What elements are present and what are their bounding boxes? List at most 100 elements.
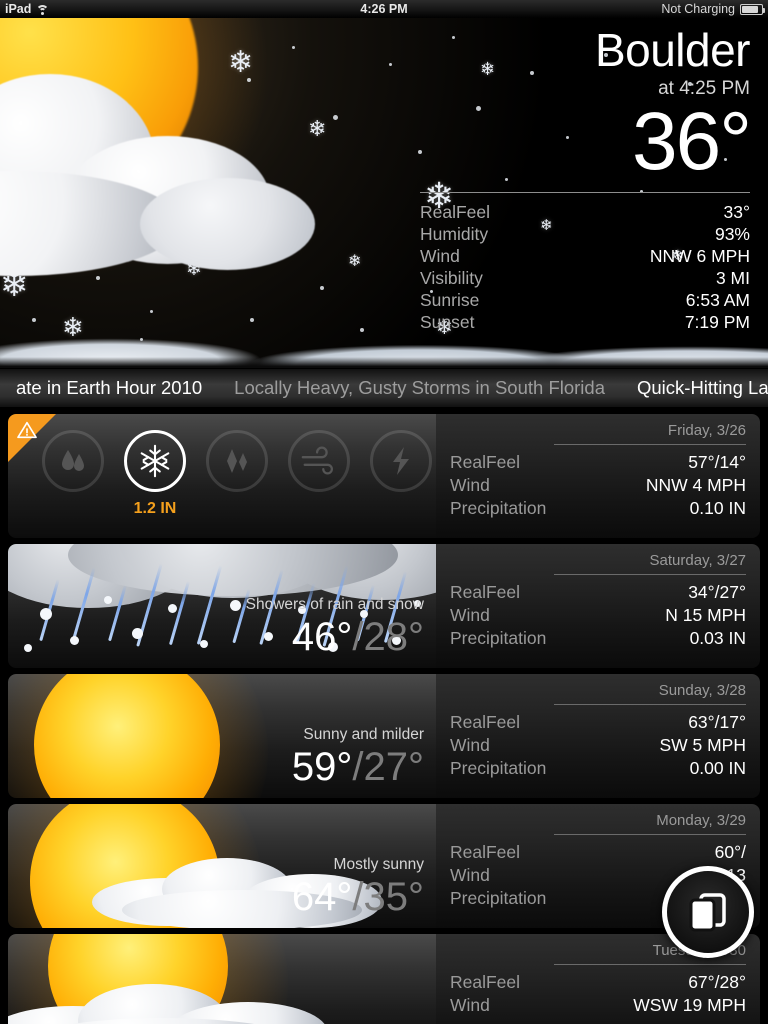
- detail-label: RealFeel: [450, 452, 521, 472]
- detail-label: Visibility: [420, 268, 483, 288]
- precip-icon-ice-col[interactable]: [206, 430, 268, 492]
- detail-label: RealFeel: [450, 972, 521, 992]
- detail-row: Sunrise 6:53 AM: [420, 289, 750, 311]
- hi-lo-temps: 64°/35°: [291, 875, 424, 919]
- detail-value: 67°/28°: [688, 972, 746, 992]
- forecast-art-tuesday: Partly sunny and warm: [8, 934, 436, 1024]
- forecast-row-saturday[interactable]: Showers of rain and snow 46°/28° Saturda…: [8, 544, 760, 668]
- cloud-icon: [0, 66, 320, 276]
- ice-sleet-icon[interactable]: [206, 430, 268, 492]
- page-title: Boulder: [594, 24, 751, 76]
- detail-label: RealFeel: [450, 712, 521, 732]
- battery-status-label: Not Charging: [661, 2, 735, 16]
- detail-row-realfeel: RealFeel 63°/17°: [450, 711, 746, 734]
- news-ticker[interactable]: ate in Earth Hour 2010 Locally Heavy, Gu…: [0, 368, 768, 408]
- forecast-day-label: Monday, 3/29: [656, 812, 746, 829]
- warning-triangle-icon: [17, 421, 37, 439]
- forecast-art-sunday: Sunny and milder 59°/27°: [8, 674, 436, 798]
- forecast-row-sunday[interactable]: Sunny and milder 59°/27° Sunday, 3/28 Re…: [8, 674, 760, 798]
- detail-row-wind: Wind NNW 4 MPH: [450, 474, 746, 497]
- low-temp: 28°: [363, 615, 425, 659]
- divider: [553, 964, 746, 965]
- detail-label: RealFeel: [420, 202, 491, 222]
- condition-summary-sunday: Sunny and milder 59°/27°: [292, 725, 424, 790]
- detail-value: 7:19 PM: [684, 312, 750, 332]
- forecast-list: 1.2 IN Friday, 3/26 RealFeel 57°/14° Win…: [0, 414, 768, 1024]
- weather-app-screen: iPad 4:26 PM Not Charging ❄ ❄ ❄ ❄ ❄ ❄ ❄ …: [0, 0, 768, 1024]
- detail-value: 33°: [723, 202, 750, 222]
- detail-row-realfeel: RealFeel 60°/: [450, 841, 746, 864]
- lightning-icon[interactable]: [370, 430, 432, 492]
- detail-row-precipitation: Precipitation 0.00 IN: [450, 757, 746, 780]
- snow-amount-value: 1.2 IN: [133, 500, 177, 517]
- detail-row: Sunset 7:19 PM: [420, 311, 750, 333]
- detail-row-precipitation: Precipitation 0.03 IN: [450, 627, 746, 650]
- detail-row: Humidity 93%: [420, 223, 750, 245]
- forecast-art-saturday: Showers of rain and snow 46°/28°: [8, 544, 436, 668]
- detail-value: 6:53 AM: [685, 290, 750, 310]
- current-temperature: 36°: [631, 96, 752, 187]
- detail-row-wind: Wind N 15 MPH: [450, 604, 746, 627]
- detail-value: SW 5 MPH: [659, 735, 746, 755]
- precip-icon-snow-col[interactable]: 1.2 IN: [124, 430, 186, 518]
- open-tabs-button[interactable]: [662, 866, 754, 958]
- current-details-list: RealFeel 33° Humidity 93% Wind NNW 6 MPH…: [420, 201, 750, 333]
- divider: [553, 444, 746, 445]
- detail-row-wind: Wind WSW 19 MPH: [450, 994, 746, 1017]
- detail-label: Wind: [450, 735, 490, 755]
- detail-label: Wind: [420, 246, 460, 266]
- detail-label: Wind: [450, 995, 490, 1015]
- divider: [553, 834, 746, 835]
- detail-value: 0.03 IN: [689, 628, 746, 648]
- divider: [553, 574, 746, 575]
- forecast-row-friday[interactable]: 1.2 IN Friday, 3/26 RealFeel 57°/14° Win…: [8, 414, 760, 538]
- detail-label: Wind: [450, 605, 490, 625]
- detail-label: Precipitation: [450, 498, 547, 518]
- detail-row: Wind NNW 6 MPH: [420, 245, 750, 267]
- hi-lo-temps: 59°/27°: [291, 745, 425, 789]
- hi-lo-temps: 46°/28°: [291, 615, 425, 659]
- detail-label: Sunset: [420, 312, 475, 332]
- windows-tabs-icon: [689, 893, 726, 932]
- condition-summary-monday: Mostly sunny 64°/35°: [292, 855, 424, 920]
- divider: [420, 192, 750, 193]
- condition-text: Showers of rain and snow: [245, 596, 424, 613]
- condition-summary-saturday: Showers of rain and snow 46°/28°: [246, 595, 424, 660]
- precip-icon-wind-col[interactable]: [288, 430, 350, 492]
- detail-value: 34°/27°: [688, 582, 746, 602]
- high-temp: 64°: [291, 875, 353, 919]
- detail-value: 0.10 IN: [689, 498, 746, 518]
- detail-row-wind: Wind SW 5 MPH: [450, 734, 746, 757]
- forecast-day-label: Saturday, 3/27: [649, 552, 746, 569]
- status-bar: iPad 4:26 PM Not Charging: [0, 0, 768, 18]
- forecast-row-monday[interactable]: Mostly sunny 64°/35° Monday, 3/29 RealFe…: [8, 804, 760, 928]
- detail-row-realfeel: RealFeel 57°/14°: [450, 451, 746, 474]
- high-temp: 59°: [291, 745, 353, 789]
- ticker-item[interactable]: Locally Heavy, Gusty Storms in South Flo…: [218, 377, 621, 399]
- forecast-art-monday: Mostly sunny 64°/35°: [8, 804, 436, 928]
- forecast-day-label: Friday, 3/26: [667, 422, 746, 439]
- battery-icon: [740, 3, 765, 15]
- snowflake-icon[interactable]: [124, 430, 186, 492]
- snowflake-icon: ❄: [348, 253, 362, 270]
- forecast-details-friday: Friday, 3/26 RealFeel 57°/14° Wind NNW 4…: [436, 414, 760, 538]
- ticker-item[interactable]: ate in Earth Hour 2010: [0, 377, 218, 399]
- detail-row-realfeel: RealFeel 67°/28°: [450, 971, 746, 994]
- detail-value: 57°/14°: [688, 452, 746, 472]
- current-conditions-hero[interactable]: ❄ ❄ ❄ ❄ ❄ ❄ ❄ ❄ ❄ ❄ ❄ Boulder at 4:25 PM…: [0, 18, 768, 368]
- precip-icon-lightning-col[interactable]: [370, 430, 432, 492]
- forecast-row-tuesday[interactable]: Partly sunny and warm Tuesday, 3/30 Real…: [8, 934, 760, 1024]
- detail-label: RealFeel: [450, 842, 521, 862]
- forecast-details-saturday: Saturday, 3/27 RealFeel 34°/27° Wind N 1…: [436, 544, 760, 668]
- detail-value: 3 MI: [715, 268, 750, 288]
- divider: [553, 704, 746, 705]
- condition-text: Mostly sunny: [333, 856, 424, 873]
- low-temp: 27°: [363, 745, 425, 789]
- status-bar-clock: 4:26 PM: [360, 2, 408, 16]
- detail-label: Wind: [450, 865, 490, 885]
- ticker-item[interactable]: Quick-Hitting Late-Ma: [621, 377, 768, 399]
- wind-icon[interactable]: [288, 430, 350, 492]
- detail-label: Precipitation: [450, 628, 547, 648]
- detail-row-precipitation: Precipitation 0.10 IN: [450, 497, 746, 520]
- detail-label: Sunrise: [420, 290, 480, 310]
